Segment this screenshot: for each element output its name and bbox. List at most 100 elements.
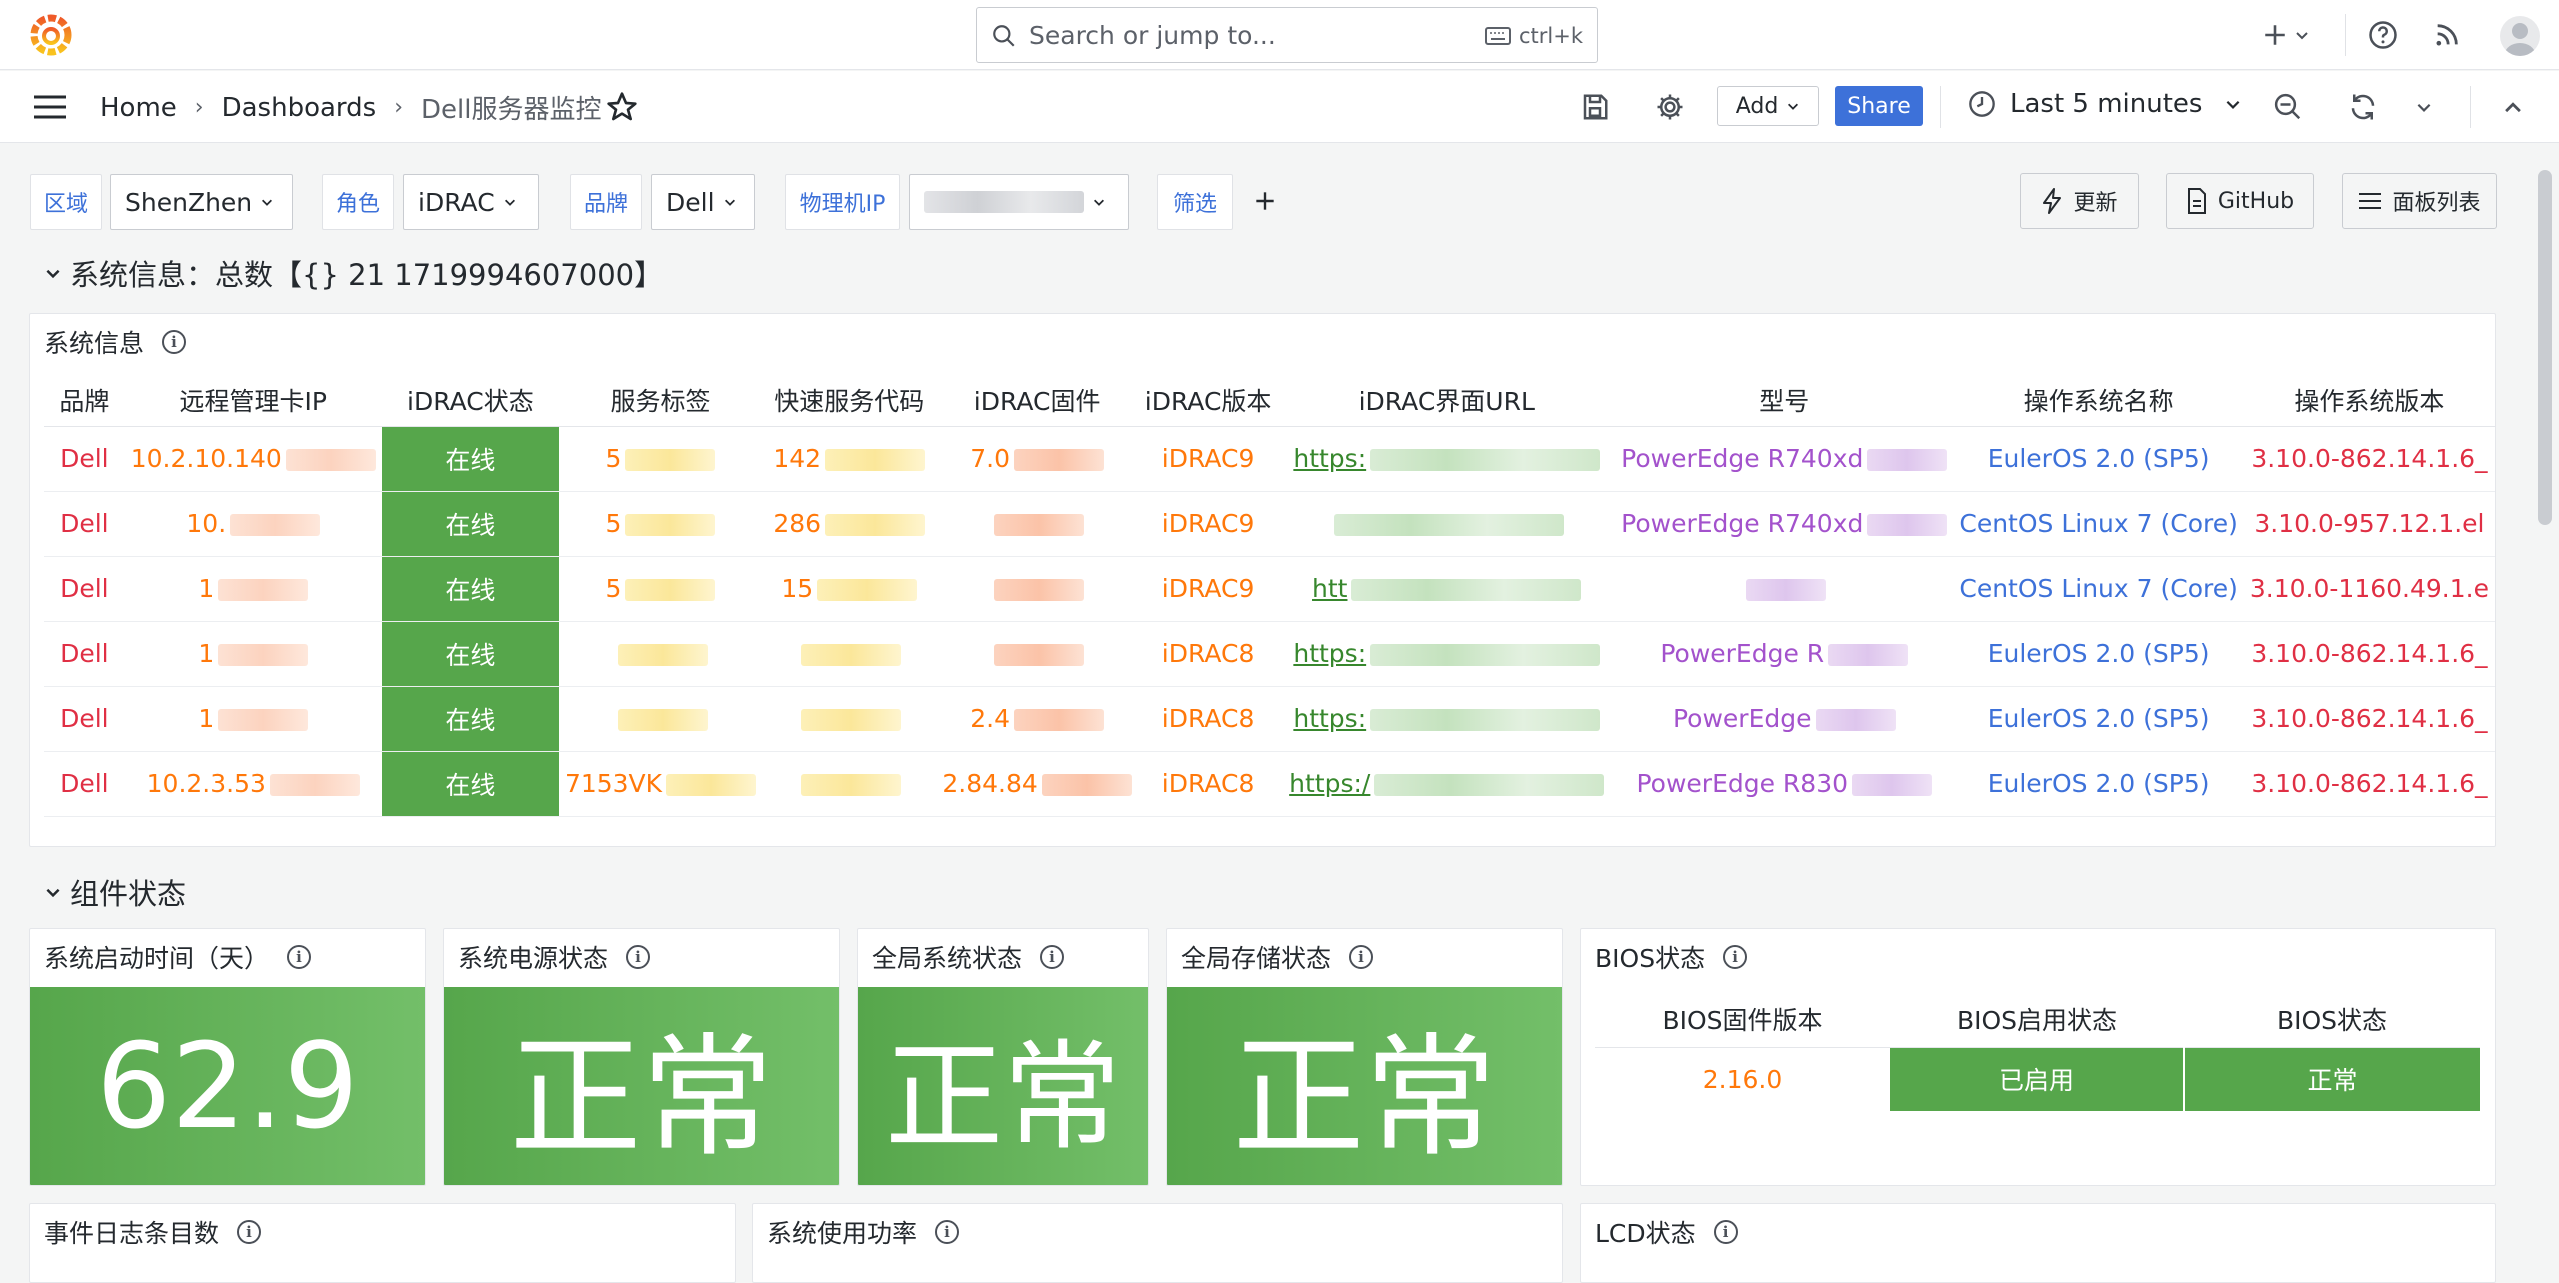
info-icon[interactable]: i	[1723, 945, 1748, 969]
redacted-value	[1351, 579, 1582, 601]
cell-url[interactable]: htt	[1278, 556, 1616, 622]
col-express-code[interactable]: 快速服务代码	[762, 374, 937, 427]
col-idrac-firmware[interactable]: iDRAC固件	[936, 374, 1138, 427]
row-system-header[interactable]: 系统信息：总数【{} 21 1719994607000】	[44, 252, 663, 294]
var-label-ip: 物理机IP	[785, 174, 900, 230]
panel-title: 系统电源状态	[458, 944, 609, 973]
info-icon[interactable]: i	[1713, 1220, 1738, 1244]
chevron-up-icon	[2502, 96, 2524, 118]
redacted-value	[625, 514, 716, 536]
col-bios-firmware[interactable]: BIOS固件版本	[1595, 991, 1890, 1048]
col-idrac-version[interactable]: iDRAC版本	[1137, 374, 1279, 427]
info-icon[interactable]: i	[626, 945, 651, 969]
col-idrac-url[interactable]: iDRAC界面URL	[1278, 374, 1616, 427]
add-filter-button[interactable]	[1252, 183, 1278, 219]
cell-url[interactable]	[1278, 491, 1616, 557]
var-select-region[interactable]: ShenZhen	[110, 174, 293, 230]
cell-url[interactable]: https:	[1278, 686, 1616, 752]
col-ip[interactable]: 远程管理卡IP	[124, 374, 382, 427]
panel-list-button[interactable]: 面板列表	[2342, 173, 2497, 229]
add-button[interactable]: Add	[1717, 86, 1819, 126]
cell-url[interactable]: https:	[1278, 426, 1616, 492]
zoom-out-button[interactable]	[2273, 89, 2303, 125]
var-select-brand[interactable]: Dell	[651, 174, 755, 230]
cell-osver: 3.10.0-862.14.1.6_	[2243, 686, 2495, 752]
redacted-value	[825, 514, 926, 536]
refresh-interval-dropdown[interactable]	[2415, 89, 2433, 125]
var-label-brand: 品牌	[570, 174, 642, 230]
cell-fw	[936, 556, 1138, 622]
chevron-down-icon	[44, 264, 62, 282]
redacted-value	[1370, 709, 1601, 731]
info-icon[interactable]: i	[1349, 945, 1374, 969]
bios-firmware-value: 2.16.0	[1702, 1064, 1783, 1094]
chevron-down-icon	[260, 195, 274, 209]
menu-button[interactable]	[32, 93, 68, 121]
avatar[interactable]	[2500, 16, 2540, 56]
row-component-header[interactable]: 组件状态	[44, 871, 186, 913]
panel-title: LCD状态	[1595, 1219, 1696, 1248]
grafana-logo[interactable]	[30, 14, 72, 56]
info-icon[interactable]: i	[1040, 945, 1065, 969]
new-menu-button[interactable]	[2262, 17, 2310, 53]
news-button[interactable]	[2433, 17, 2461, 53]
var-label-filter: 筛选	[1157, 174, 1233, 230]
cell-brand: Dell	[44, 556, 125, 622]
cell-osver: 3.10.0-862.14.1.6_	[2243, 426, 2495, 492]
rss-icon	[2433, 21, 2461, 49]
redacted-value	[230, 514, 321, 536]
cell-tag: 7153VK	[558, 751, 763, 817]
save-icon	[1580, 92, 1610, 122]
refresh-button[interactable]	[2348, 89, 2378, 125]
breadcrumb-home[interactable]: Home	[100, 93, 177, 123]
scrollbar-thumb[interactable]	[2538, 170, 2552, 525]
col-bios-status[interactable]: BIOS状态	[2184, 991, 2480, 1048]
col-idrac-status[interactable]: iDRAC状态	[381, 374, 559, 427]
col-os-version[interactable]: 操作系统版本	[2243, 374, 2495, 427]
gear-icon	[1655, 92, 1685, 122]
cell-code	[762, 686, 937, 752]
system-info-panel: 系统信息 i 品牌 远程管理卡IP iDRAC状态 服务标签 快速服务代码 iD…	[29, 313, 2496, 847]
cell-fw: 2.4	[936, 686, 1138, 752]
cell-url[interactable]: https:	[1278, 621, 1616, 687]
col-model[interactable]: 型号	[1615, 374, 1954, 427]
cell-ver: iDRAC9	[1137, 491, 1279, 557]
time-picker[interactable]: Last 5 minutes	[1968, 89, 2242, 119]
var-select-ip[interactable]	[909, 174, 1129, 230]
save-button[interactable]	[1580, 89, 1610, 125]
var-select-role[interactable]: iDRAC	[403, 174, 539, 230]
share-button[interactable]: Share	[1835, 86, 1923, 126]
info-icon[interactable]: i	[935, 1220, 960, 1244]
redacted-value	[625, 579, 716, 601]
cell-os: EulerOS 2.0 (SP5)	[1953, 621, 2244, 687]
cell-code	[762, 751, 937, 817]
cell-fw: 2.84.84	[936, 751, 1138, 817]
col-brand[interactable]: 品牌	[44, 374, 125, 427]
info-icon[interactable]: i	[287, 945, 312, 969]
redacted-value	[625, 449, 716, 471]
search-input[interactable]: Search or jump to... ctrl+k	[976, 7, 1598, 63]
bios-enabled-value: 已启用	[1890, 1047, 2185, 1111]
help-button[interactable]	[2368, 17, 2398, 53]
bios-status-value: 正常	[2184, 1047, 2480, 1111]
breadcrumb-dashboards[interactable]: Dashboards	[222, 93, 377, 123]
settings-button[interactable]	[1655, 89, 1685, 125]
redacted-value	[617, 709, 708, 731]
update-button[interactable]: 更新	[2020, 173, 2139, 229]
col-bios-enabled[interactable]: BIOS启用状态	[1890, 991, 2184, 1048]
github-button[interactable]: GitHub	[2166, 173, 2314, 229]
info-icon[interactable]: i	[237, 1220, 262, 1244]
redacted-value	[924, 191, 1084, 213]
redacted-value	[1828, 644, 1909, 666]
panel-title: 系统使用功率	[767, 1219, 918, 1248]
col-service-tag[interactable]: 服务标签	[558, 374, 763, 427]
col-os-name[interactable]: 操作系统名称	[1953, 374, 2244, 427]
chevron-right-icon: ›	[394, 95, 404, 120]
cell-url[interactable]: https:/	[1278, 751, 1616, 817]
collapse-button[interactable]	[2502, 89, 2524, 125]
star-icon[interactable]	[606, 91, 638, 123]
cell-ver: iDRAC8	[1137, 686, 1279, 752]
breadcrumb-current: Dell服务器监控	[421, 95, 602, 125]
info-icon[interactable]: i	[162, 330, 187, 354]
cell-tag: 5	[558, 491, 763, 557]
